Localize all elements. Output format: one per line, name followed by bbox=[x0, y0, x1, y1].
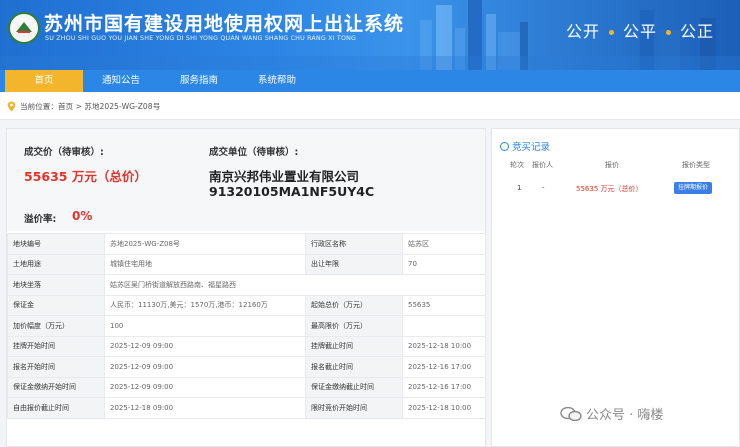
field-label: 保证金 bbox=[7, 294, 105, 316]
field-label: 起始总价（万元） bbox=[305, 294, 403, 316]
field-label: 报名开始时间 bbox=[7, 356, 105, 378]
field-label: 出让年限 bbox=[305, 253, 403, 275]
field-label: 保证金缴纳截止时间 bbox=[305, 376, 403, 398]
bid-bidder: - bbox=[542, 184, 545, 192]
land-logo-icon bbox=[8, 12, 40, 44]
field-label: 地块坐落 bbox=[7, 274, 105, 296]
parcel-info-table: 地块编号 苏地2025-WG-Z08号 行政区名称 姑苏区 土地用途 城镇住宅用地 出让年限… bbox=[7, 233, 486, 419]
premium-rate: 0% bbox=[72, 209, 93, 223]
field-label: 挂牌开始时间 bbox=[7, 335, 105, 357]
field-label: 加价幅度（万元） bbox=[7, 315, 105, 337]
parcel-detail-panel: 成交价（待审核）: 55635 万元（总价） 溢价率: 0% 成交单位（待审核）… bbox=[6, 128, 486, 447]
winner-label: 成交单位（待审核）: bbox=[209, 147, 299, 158]
field-label: 行政区名称 bbox=[305, 233, 403, 255]
nav-item-service-guide[interactable]: 服务指南 bbox=[160, 70, 238, 92]
bid-price: 55635 万元（总价） bbox=[576, 185, 643, 193]
wechat-icon bbox=[560, 407, 582, 421]
nav-item-help[interactable]: 系统帮助 bbox=[238, 70, 316, 92]
record-icon bbox=[500, 142, 509, 151]
field-value: 2025-12-18 09:00 bbox=[104, 397, 306, 419]
site-header: 苏州市国有建设用地使用权网上出让系统 SU ZHOU SHI GUO YOU J… bbox=[0, 0, 740, 70]
field-label: 保证金缴纳开始时间 bbox=[7, 376, 105, 398]
table-row: 挂牌开始时间 2025-12-09 09:00 挂牌截止时间 2025-12-18 1… bbox=[7, 335, 486, 357]
field-value bbox=[402, 315, 486, 337]
field-label: 地块编号 bbox=[7, 233, 105, 255]
dot-separator bbox=[665, 30, 671, 35]
field-label: 限时竞价开始时间 bbox=[305, 397, 403, 419]
field-value: 70 bbox=[402, 253, 486, 275]
table-row: 报名开始时间 2025-12-09 09:00 报名截止时间 2025-12-16 1… bbox=[7, 356, 486, 378]
bid-record-title-text: 竞买记录 bbox=[512, 142, 551, 153]
breadcrumb-path[interactable]: 首页 > 苏地2025-WG-Z08号 bbox=[58, 102, 160, 111]
slogan-word: 公开 bbox=[565, 22, 600, 41]
table-row: 保证金 人民币：11130万,美元：1570万,港币：12160万 起始总价（万元）… bbox=[7, 294, 486, 316]
field-label: 最高限价（万元） bbox=[305, 315, 403, 337]
nav-item-home[interactable]: 首页 bbox=[5, 70, 83, 92]
bid-col-price: 报价 bbox=[605, 161, 619, 169]
field-value: 城镇住宅用地 bbox=[104, 253, 306, 275]
dot-separator bbox=[608, 30, 614, 35]
bid-col-round: 轮次 bbox=[510, 161, 524, 169]
site-title: 苏州市国有建设用地使用权网上出让系统 bbox=[44, 13, 405, 35]
table-row: 保证金缴纳开始时间 2025-12-09 09:00 保证金缴纳截止时间 2025-1… bbox=[7, 376, 486, 398]
breadcrumb-text: 当前位置：首页 > 苏地2025-WG-Z08号 bbox=[20, 101, 160, 112]
price-label: 成交价（待审核）: bbox=[24, 147, 104, 158]
location-pin-icon bbox=[7, 101, 16, 112]
table-row: 土地用途 城镇住宅用地 出让年限 70 bbox=[7, 253, 486, 275]
slogan-word: 公平 bbox=[622, 22, 657, 41]
field-value: 2025-12-09 09:00 bbox=[104, 335, 306, 357]
premium-label: 溢价率: bbox=[24, 214, 57, 225]
deal-summary: 成交价（待审核）: 55635 万元（总价） 溢价率: 0% 成交单位（待审核）… bbox=[7, 129, 485, 231]
field-value: 2025-12-09 09:00 bbox=[104, 356, 306, 378]
bid-record-panel: 竞买记录 轮次 报价人 报价 报价类型 1 - 55635 万元（总价） 挂牌期… bbox=[491, 128, 740, 447]
field-label: 报名截止时间 bbox=[305, 356, 403, 378]
slogan-word: 公正 bbox=[679, 22, 714, 41]
slogan: 公开 公平 公正 bbox=[566, 18, 714, 42]
table-row: 加价幅度（万元） 100 最高限价（万元） bbox=[7, 315, 486, 337]
bid-round: 1 bbox=[517, 184, 522, 192]
breadcrumb: 当前位置：首页 > 苏地2025-WG-Z08号 bbox=[0, 92, 740, 120]
site-subtitle: SU ZHOU SHI GUO YOU JIAN SHE YONG DI SHI… bbox=[45, 35, 357, 42]
field-label: 土地用途 bbox=[7, 253, 105, 275]
bid-record-title: 竞买记录 bbox=[500, 139, 550, 153]
field-value: 苏地2025-WG-Z08号 bbox=[104, 233, 306, 255]
table-row: 自由报价截止时间 2025-12-18 09:00 限时竞价开始时间 2025-12-… bbox=[7, 397, 486, 419]
bid-col-bidder: 报价人 bbox=[532, 161, 553, 169]
page: 苏州市国有建设用地使用权网上出让系统 SU ZHOU SHI GUO YOU J… bbox=[0, 0, 740, 447]
field-value: 姑苏区吴门桥街道解放西路南、福星路西 bbox=[104, 274, 486, 296]
main-nav: 首页 通知公告 服务指南 系统帮助 bbox=[0, 70, 740, 92]
table-row: 地块坐落 姑苏区吴门桥街道解放西路南、福星路西 bbox=[7, 274, 486, 296]
field-label: 挂牌截止时间 bbox=[305, 335, 403, 357]
field-value: 100 bbox=[104, 315, 306, 337]
field-label: 自由报价截止时间 bbox=[7, 397, 105, 419]
field-value: 2025-12-18 10:00 bbox=[402, 397, 486, 419]
bid-col-type: 报价类型 bbox=[682, 161, 710, 169]
field-value: 2025-12-16 17:00 bbox=[402, 376, 486, 398]
bid-type-badge: 挂牌期报价 bbox=[674, 182, 713, 194]
field-value: 2025-12-18 10:00 bbox=[402, 335, 486, 357]
table-row: 地块编号 苏地2025-WG-Z08号 行政区名称 姑苏区 bbox=[7, 233, 486, 255]
field-value: 姑苏区 bbox=[402, 233, 486, 255]
field-value: 2025-12-09 09:00 bbox=[104, 376, 306, 398]
nav-item-notices[interactable]: 通知公告 bbox=[83, 70, 159, 92]
watermark-text: 公众号 · 嗨楼 bbox=[586, 408, 664, 423]
winner-credit-code: 91320105MA1NF5UY4C bbox=[209, 184, 375, 199]
deal-price: 55635 万元（总价） bbox=[24, 169, 147, 184]
breadcrumb-prefix: 当前位置： bbox=[20, 102, 58, 111]
watermark: 公众号 · 嗨楼 bbox=[560, 404, 663, 423]
field-value: 55635 bbox=[402, 294, 486, 316]
field-value: 人民币：11130万,美元：1570万,港币：12160万 bbox=[104, 294, 306, 316]
field-value: 2025-12-16 17:00 bbox=[402, 356, 486, 378]
winner-name: 南京兴邦伟业置业有限公司 bbox=[209, 169, 360, 184]
